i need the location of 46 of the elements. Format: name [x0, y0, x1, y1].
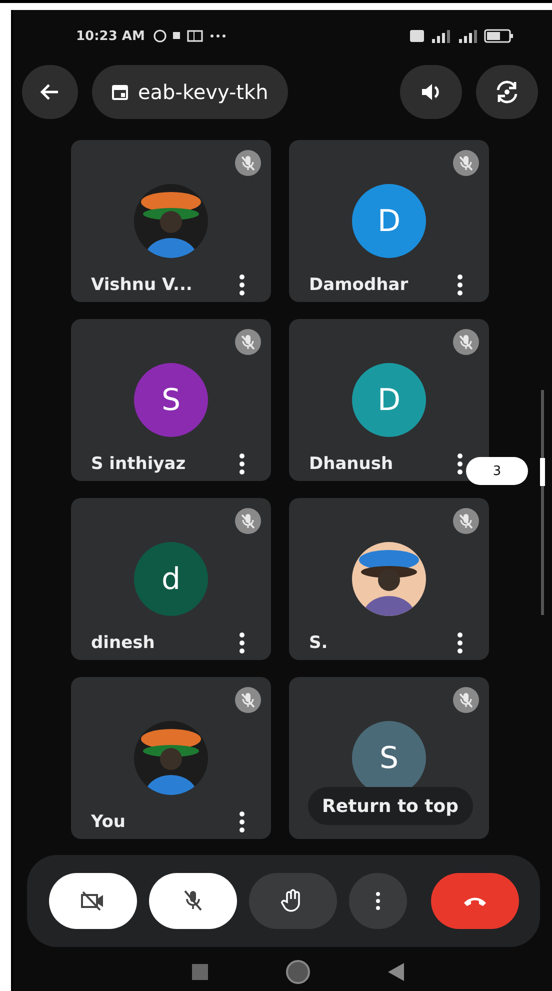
more-options-icon[interactable]: [239, 632, 245, 654]
return-to-top-button[interactable]: Return to top: [308, 787, 473, 825]
participant-tile[interactable]: D Dhanush: [289, 319, 489, 481]
battery-icon: [484, 29, 514, 43]
avatar: D: [352, 363, 426, 437]
participant-tile[interactable]: You: [71, 677, 271, 839]
participant-name: S.: [309, 633, 328, 653]
recent-apps-icon[interactable]: [192, 964, 208, 980]
back-icon[interactable]: [388, 962, 404, 980]
participant-name: S inthiyaz: [91, 454, 186, 474]
card-icon: [186, 30, 203, 42]
avatar: D: [352, 184, 426, 258]
participant-name: You: [91, 812, 126, 832]
more-icon: [375, 891, 381, 911]
participant-name: Vishnu V...: [91, 275, 192, 295]
page-indicator: 3: [466, 457, 528, 485]
more-options-icon[interactable]: [457, 274, 463, 296]
participant-name: Dhanush: [309, 454, 394, 474]
participant-tile[interactable]: D Damodhar: [289, 140, 489, 302]
more-options-icon[interactable]: [239, 453, 245, 475]
avatar: d: [134, 542, 208, 616]
switch-camera-icon: [494, 80, 520, 104]
meeting-code-button[interactable]: eab-kevy-tkh: [92, 65, 288, 119]
home-icon[interactable]: [284, 958, 310, 984]
more-options-icon[interactable]: [457, 632, 463, 654]
signal-icon: [430, 29, 452, 43]
participant-tile[interactable]: d dinesh: [71, 498, 271, 660]
more-options-icon[interactable]: [239, 811, 245, 833]
notification-icon: [172, 32, 181, 40]
participant-tile[interactable]: S S inthiyaz: [71, 319, 271, 481]
camera-off-icon: [80, 890, 106, 912]
scroll-thumb[interactable]: [540, 458, 545, 486]
participant-tile[interactable]: Vishnu V...: [71, 140, 271, 302]
status-time: 10:23 AM: [76, 28, 145, 44]
more-notifications-icon: [208, 33, 227, 39]
sim-icon: [410, 30, 424, 42]
mic-off-icon: [182, 889, 204, 913]
more-options-icon[interactable]: [457, 453, 463, 475]
participant-name: dinesh: [91, 633, 155, 653]
participant-name: Damodhar: [309, 275, 408, 295]
avatar: S: [134, 363, 208, 437]
more-options-icon[interactable]: [239, 274, 245, 296]
participant-tile[interactable]: S.: [289, 498, 489, 660]
hang-up-icon: [462, 895, 488, 907]
signal-icon: [458, 29, 478, 43]
calendar-icon: [110, 82, 130, 102]
